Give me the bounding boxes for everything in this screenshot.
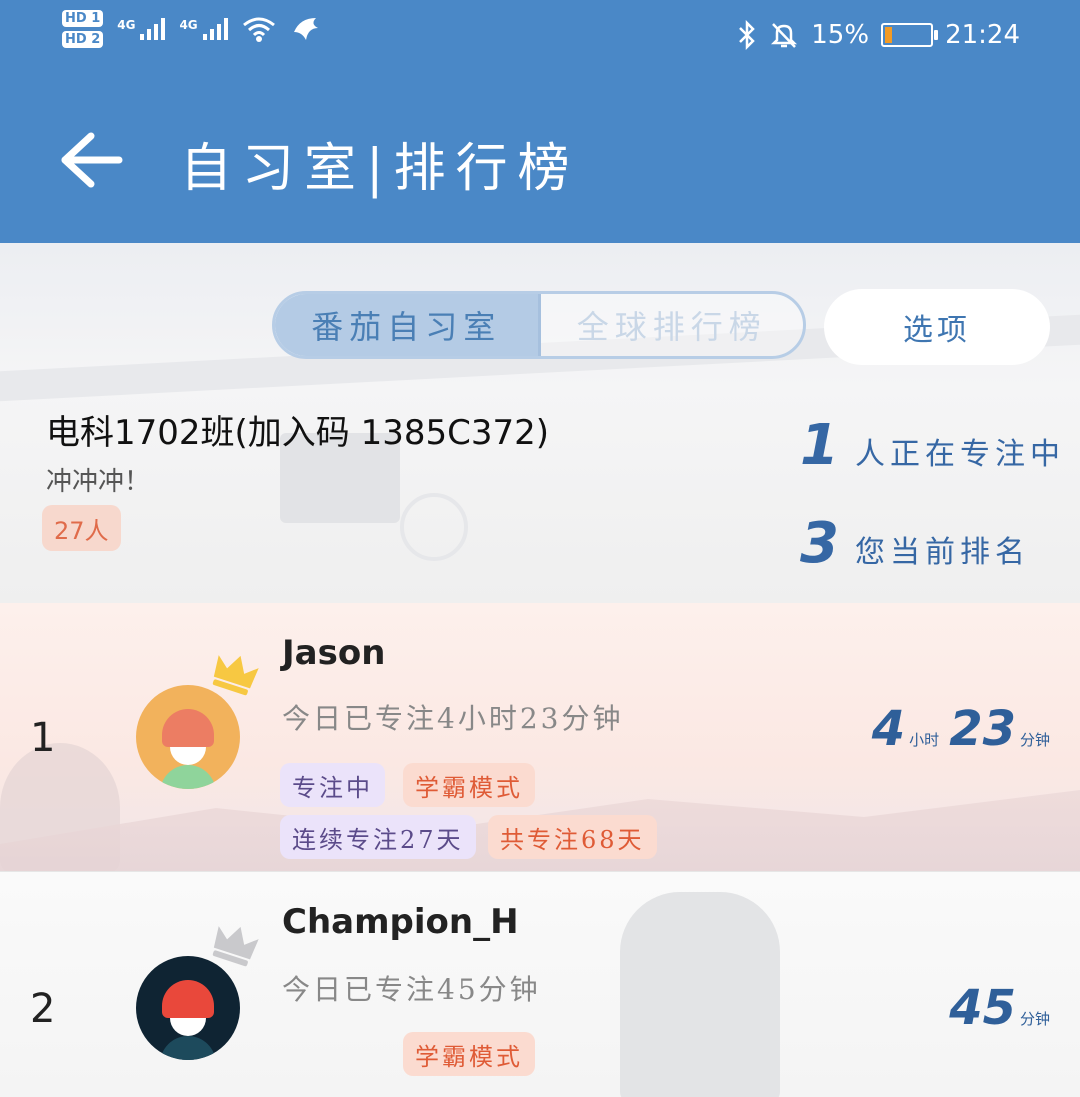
network-type-2: 4G bbox=[179, 18, 198, 32]
rank-stat: 3 您当前排名 bbox=[800, 511, 1030, 576]
duration-minutes-unit: 分钟 bbox=[1019, 731, 1050, 749]
clock: 21:24 bbox=[945, 20, 1020, 50]
duration-minutes: 45 bbox=[949, 980, 1016, 1036]
app-notification-icon bbox=[293, 18, 318, 40]
status-bar-right: 15% 21:24 bbox=[737, 20, 1020, 50]
tag-streak: 连续专注27天 bbox=[280, 815, 476, 859]
avatar[interactable] bbox=[136, 685, 240, 789]
leaderboard-row[interactable]: 1 Jason 今日已专注4小时23分钟 专注中 学霸模式 连续专注27天 共专… bbox=[0, 603, 1080, 871]
bluetooth-icon bbox=[739, 20, 756, 50]
hd2-badge: HD 2 bbox=[62, 31, 104, 48]
focusing-count: 1 bbox=[800, 413, 839, 478]
rank-number: 2 bbox=[30, 986, 56, 1032]
segment-tabs: 番茄自习室 全球排行榜 bbox=[272, 291, 806, 359]
focus-duration: 45 分钟 bbox=[949, 980, 1050, 1036]
wifi-icon bbox=[242, 17, 275, 42]
app-header: 自习室|排行榜 bbox=[0, 80, 1080, 243]
options-button[interactable]: 选项 bbox=[824, 289, 1050, 365]
tab-study-room[interactable]: 番茄自习室 bbox=[275, 294, 541, 356]
current-rank-label: 您当前排名 bbox=[854, 535, 1030, 570]
duration-hours: 4 bbox=[871, 701, 906, 757]
mute-bell-icon bbox=[771, 23, 798, 48]
leaderboard-row[interactable]: 2 Champion_H 今日已专注45分钟 学霸模式 45 分钟 bbox=[0, 871, 1080, 1097]
silver-crown-icon bbox=[212, 926, 259, 967]
hd1-badge: HD 1 bbox=[62, 10, 104, 27]
status-bar: HD 1 HD 2 4G 4G 15% 21:24 bbox=[0, 0, 1080, 80]
duration-minutes-unit: 分钟 bbox=[1019, 1010, 1050, 1028]
tag-total-days: 共专注68天 bbox=[488, 815, 657, 859]
tag-scholar-mode: 学霸模式 bbox=[403, 763, 535, 807]
focusing-stat: 1 人正在专注中 bbox=[800, 413, 1065, 478]
signal-icon-sim2: 4G bbox=[179, 18, 228, 40]
member-count-badge: 27人 bbox=[42, 505, 121, 551]
tag-focusing: 专注中 bbox=[280, 763, 385, 807]
user-name: Champion_H bbox=[282, 902, 519, 942]
tag-scholar-mode: 学霸模式 bbox=[403, 1032, 535, 1076]
battery-percent: 15% bbox=[811, 20, 870, 50]
network-type-1: 4G bbox=[117, 18, 136, 32]
room-info-panel: 番茄自习室 全球排行榜 选项 电科1702班(加入码 1385C372) 冲冲冲… bbox=[0, 243, 1080, 603]
user-name: Jason bbox=[282, 633, 386, 673]
rank-number: 1 bbox=[30, 715, 56, 761]
room-name: 电科1702班(加入码 1385C372) bbox=[46, 413, 550, 453]
duration-minutes: 23 bbox=[949, 701, 1016, 757]
tab-global-leaderboard[interactable]: 全球排行榜 bbox=[541, 294, 804, 356]
background-decoration bbox=[400, 493, 468, 561]
page-title: 自习室|排行榜 bbox=[180, 139, 580, 199]
today-focus-text: 今日已专注4小时23分钟 bbox=[282, 702, 624, 735]
current-rank: 3 bbox=[800, 511, 839, 576]
signal-icon-sim1: 4G bbox=[117, 18, 166, 40]
gold-crown-icon bbox=[212, 655, 259, 696]
battery-icon bbox=[881, 23, 939, 47]
avatar[interactable] bbox=[136, 956, 240, 1060]
hd-indicators: HD 1 HD 2 bbox=[62, 10, 104, 48]
back-arrow-icon[interactable] bbox=[55, 128, 125, 192]
status-bar-left: HD 1 HD 2 4G 4G bbox=[62, 10, 322, 48]
focusing-label: 人正在专注中 bbox=[854, 437, 1065, 472]
background-decoration bbox=[620, 892, 780, 1097]
duration-hours-unit: 小时 bbox=[909, 731, 940, 749]
focus-duration: 4 小时 23 分钟 bbox=[872, 701, 1050, 757]
today-focus-text: 今日已专注45分钟 bbox=[282, 973, 541, 1006]
battery-fill bbox=[885, 27, 893, 43]
room-motto: 冲冲冲！ bbox=[46, 467, 151, 497]
